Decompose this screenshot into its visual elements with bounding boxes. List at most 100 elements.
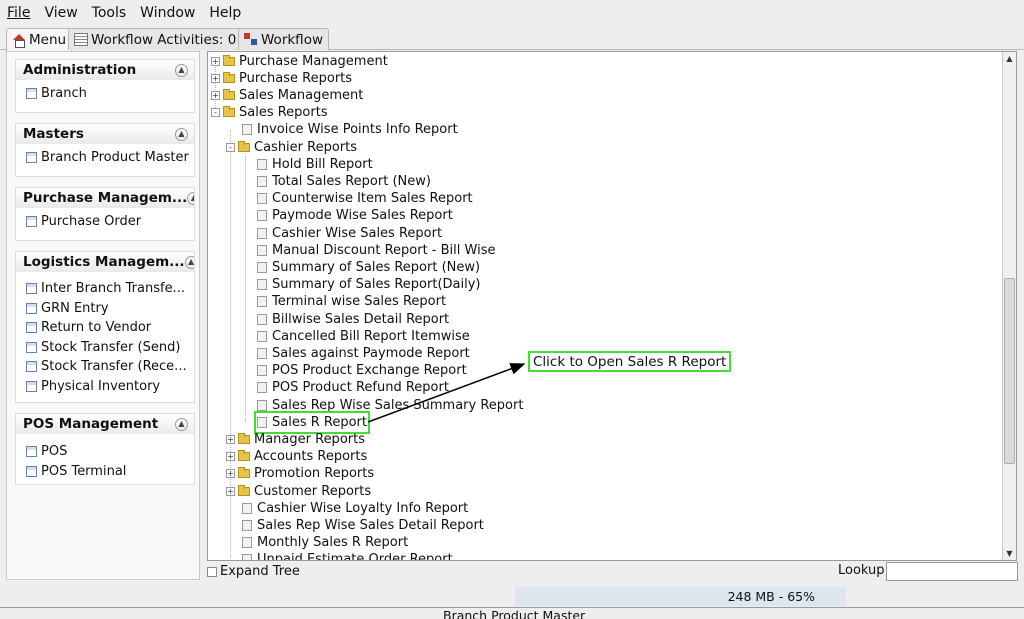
menu-help[interactable]: Help [209,5,241,21]
expand-icon[interactable]: + [226,452,235,462]
tree-node[interactable]: - Sales Reports [211,104,328,121]
expand-icon[interactable]: + [211,56,220,66]
memory-usage-indicator: 248 MB - 65% [515,587,846,606]
sidebar-item-return-to-vendor[interactable]: Return to Vendor [16,318,194,338]
sidebar-item-physical-inventory[interactable]: Physical Inventory [16,377,194,397]
sidebar-item-pos-terminal[interactable]: POS Terminal [16,462,194,482]
expand-icon[interactable]: + [226,469,235,479]
scroll-up-arrow-icon[interactable]: ▲ [1003,52,1016,65]
sidebar-item-inter-branch-transfer[interactable]: Inter Branch Transfe... [16,279,194,299]
tree-node[interactable]: + Sales Management [211,87,363,104]
tree-node[interactable]: Summary of Sales Report (New) [257,259,480,276]
expand-tree-label: Expand Tree [220,564,300,579]
status-bar: Branch Product Master [0,607,1024,619]
sidebar-item-stock-transfer-send[interactable]: Stock Transfer (Send) [16,338,194,358]
menu-tools[interactable]: Tools [92,5,127,21]
tree-node[interactable]: + Accounts Reports [226,448,367,465]
collapse-icon[interactable]: ▲ [175,63,188,77]
sidebar-item-pos[interactable]: POS [16,442,194,462]
sidebar-section-pos-management: POS Management ▲ POS POS Terminal [15,413,195,485]
tab-bar: Menu Workflow Activities: 0 Workflow [0,26,1024,51]
window-icon [26,341,37,353]
tree-node[interactable]: POS Product Exchange Report [257,362,467,379]
tree-node[interactable]: + Promotion Reports [226,465,374,482]
tree-node[interactable]: Manual Discount Report - Bill Wise [257,242,495,259]
menu-file[interactable]: File [7,5,30,21]
tree-node[interactable]: Paymode Wise Sales Report [257,207,453,224]
tab-workflow[interactable]: Workflow [238,28,329,50]
vertical-scrollbar[interactable]: ▲ ▼ [1002,52,1016,560]
tree-node[interactable]: Sales against Paymode Report [257,345,470,362]
section-header[interactable]: Purchase Managem... ▲ [16,188,194,208]
tree-node[interactable]: Unpaid Estimate Order Report [242,551,453,560]
checkbox-box[interactable] [207,566,217,577]
expand-icon[interactable]: + [226,434,235,444]
tree-node[interactable]: Cancelled Bill Report Itemwise [257,328,470,345]
sidebar-item-label: Purchase Order [41,214,142,230]
report-tree[interactable]: + Purchase Management + Purchase Reports + Sa… [207,51,1017,561]
folder-icon [238,140,250,152]
collapse-node-icon[interactable]: - [211,108,220,118]
sidebar-item-branch-product-master[interactable]: Branch Product Master [16,148,194,168]
tree-node[interactable]: Monthly Sales R Report [242,534,408,551]
menu-view[interactable]: View [44,5,77,21]
section-header[interactable]: POS Management ▲ [16,414,194,434]
section-header[interactable]: Logistics Managem... ▲ [16,252,194,272]
tree-node[interactable]: Cashier Wise Sales Report [257,225,442,242]
menu-window[interactable]: Window [140,5,195,21]
window-icon [26,446,37,458]
expand-icon[interactable]: + [226,486,235,496]
document-icon [257,416,267,428]
tree-node[interactable]: Total Sales Report (New) [257,173,431,190]
workflow-icon [244,33,258,46]
folder-icon [223,88,235,100]
collapse-icon[interactable]: ▲ [175,417,188,431]
tree-node-label: Purchase Reports [239,70,353,86]
scroll-thumb[interactable] [1004,278,1015,464]
sidebar-item-label: POS Terminal [41,463,127,479]
collapse-node-icon[interactable]: - [226,142,235,152]
tree-node[interactable]: + Customer Reports [226,483,371,500]
tree-node[interactable]: Cashier Wise Loyalty Info Report [242,500,468,517]
expand-icon[interactable]: + [211,73,220,83]
section-header[interactable]: Administration ▲ [16,60,194,80]
tree-node-label: Purchase Management [239,53,388,69]
tree-node[interactable]: Sales Rep Wise Sales Detail Report [242,517,484,534]
tree-node[interactable]: - Cashier Reports [226,139,357,156]
window-icon [26,88,37,100]
section-header[interactable]: Masters ▲ [16,124,194,144]
collapse-icon[interactable]: ▲ [184,255,194,269]
scroll-down-arrow-icon[interactable]: ▼ [1003,547,1016,560]
tab-menu[interactable]: Menu [6,28,73,51]
sidebar-item-stock-transfer-receive[interactable]: Stock Transfer (Rece... [16,357,194,377]
collapse-icon[interactable]: ▲ [175,127,188,141]
tree-node[interactable]: POS Product Refund Report [257,379,449,396]
sidebar-item-grn-entry[interactable]: GRN Entry [16,299,194,319]
tree-node[interactable]: + Purchase Management [211,53,388,70]
section-title: Administration [23,62,137,78]
tree-node-sales-r-report[interactable]: Sales R Report [254,410,370,434]
tree-node[interactable]: Summary of Sales Report(Daily) [257,276,480,293]
expand-icon[interactable]: + [211,90,220,100]
expand-tree-checkbox[interactable]: Expand Tree [207,563,300,580]
sidebar-item-purchase-order[interactable]: Purchase Order [16,212,194,232]
tree-node[interactable]: Invoice Wise Points Info Report [242,121,458,138]
menu-view-label: View [44,5,78,21]
tree-node[interactable]: Terminal wise Sales Report [257,293,446,310]
tree-node-label: Cancelled Bill Report Itemwise [272,328,470,344]
tree-node[interactable]: Hold Bill Report [257,156,373,173]
folder-icon [223,54,235,66]
lookup-input[interactable] [886,562,1018,581]
tab-workflow-activities[interactable]: Workflow Activities: 0 [68,28,243,50]
tree-node[interactable]: Counterwise Item Sales Report [257,190,473,207]
tree-node[interactable]: Billwise Sales Detail Report [257,311,449,328]
collapse-icon[interactable]: ▲ [187,191,194,205]
document-icon [257,313,267,325]
tree-node[interactable]: Sales Rep Wise Sales Summary Report [257,397,523,414]
document-icon [242,519,252,531]
tree-node[interactable]: + Purchase Reports [211,70,352,87]
tree-node[interactable]: + Manager Reports [226,431,365,448]
tree-node-label: Manager Reports [254,431,365,447]
sidebar-item-branch[interactable]: Branch [16,84,194,104]
window-icon [26,380,37,392]
